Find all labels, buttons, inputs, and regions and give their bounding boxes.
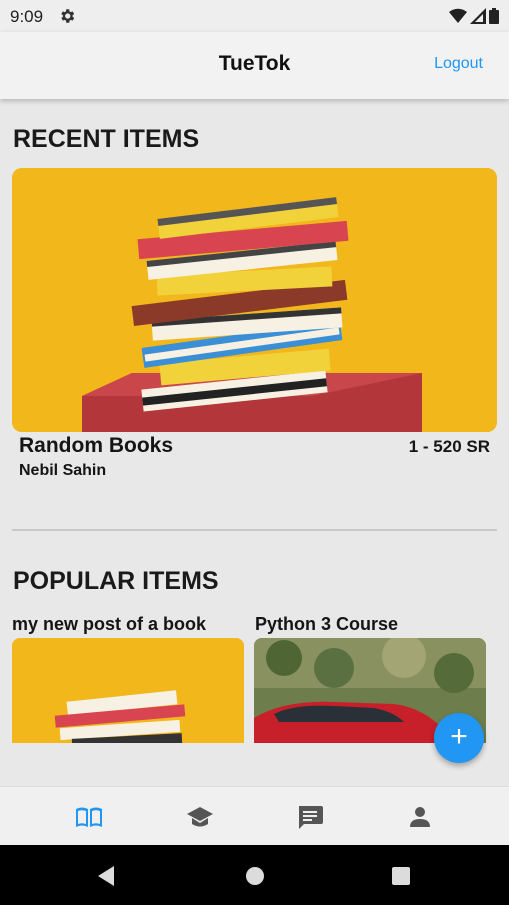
popular-item-card[interactable] <box>12 638 244 743</box>
recent-items-heading: RECENT ITEMS <box>13 125 200 153</box>
logout-button[interactable]: Logout <box>434 55 483 73</box>
battery-icon <box>489 8 499 24</box>
add-item-button[interactable]: + <box>434 713 484 763</box>
recent-item-price: 1 - 520 SR <box>408 437 490 456</box>
school-icon[interactable] <box>185 803 215 831</box>
popular-items-heading: POPULAR ITEMS <box>13 567 219 595</box>
home-icon[interactable] <box>244 865 266 887</box>
status-icons <box>449 8 499 24</box>
popular-item-title: Python 3 Course <box>255 614 399 634</box>
gear-icon <box>61 9 75 23</box>
books-image <box>12 638 244 743</box>
signal-icon <box>470 8 486 24</box>
recent-item-name: Random Books <box>19 434 174 457</box>
recents-icon[interactable] <box>391 866 411 886</box>
person-icon[interactable] <box>405 803 435 831</box>
chat-icon[interactable] <box>295 803 325 831</box>
app-bar: TueTok Logout <box>0 32 509 99</box>
recent-item-author: Nebil Sahin <box>19 462 107 479</box>
system-navigation-bar <box>0 845 509 905</box>
status-bar: 9:09 <box>0 0 509 32</box>
wifi-icon <box>449 8 467 23</box>
books-image <box>12 168 497 432</box>
app-title: TueTok <box>218 52 291 75</box>
popular-item-title: my new post of a book <box>12 614 207 634</box>
recent-item-card[interactable] <box>12 168 497 432</box>
app-screen: 9:09 TueTok Logout RECENT ITEMS Random B… <box>0 0 509 905</box>
section-divider <box>12 529 497 531</box>
bottom-navigation <box>0 786 509 845</box>
back-icon[interactable] <box>96 865 116 887</box>
book-icon[interactable] <box>74 803 104 831</box>
status-time: 9:09 <box>10 7 44 26</box>
plus-icon: + <box>450 720 468 753</box>
